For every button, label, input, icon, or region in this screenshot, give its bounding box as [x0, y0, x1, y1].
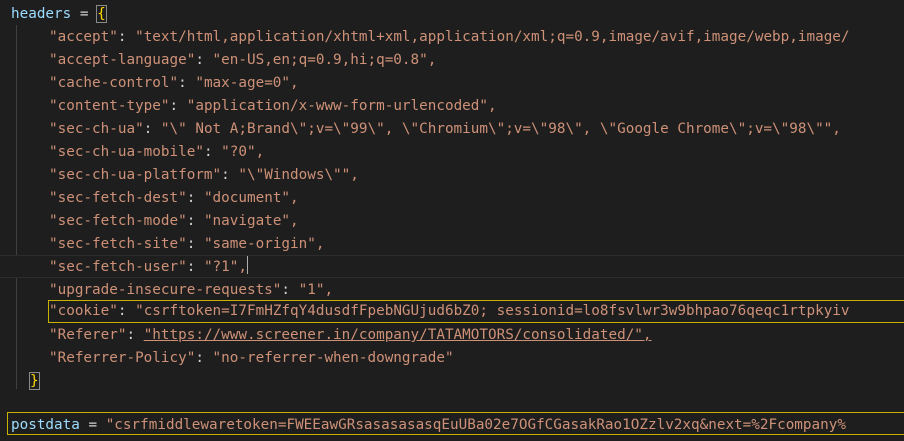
code-line-upgrade-insecure-requests[interactable]: "upgrade-insecure-requests": "1", — [49, 279, 904, 302]
code-line-sec-fetch-site[interactable]: "sec-fetch-site": "same-origin", — [49, 233, 904, 256]
header-key: "sec-fetch-user" — [49, 259, 187, 275]
code-line-sec-ch-ua-mobile[interactable]: "sec-ch-ua-mobile": "?0", — [49, 141, 904, 164]
header-key: "cookie" — [49, 303, 118, 319]
header-value: "max-age=0", — [195, 75, 299, 91]
code-line-referrer-policy[interactable]: "Referrer-Policy": "no-referrer-when-dow… — [49, 347, 904, 370]
header-key: "sec-fetch-site" — [49, 236, 187, 252]
open-brace: { — [96, 5, 107, 23]
assign-operator: = — [71, 6, 98, 22]
header-value: "same-origin", — [203, 236, 325, 252]
header-value: "?0", — [221, 144, 265, 160]
header-key: "upgrade-insecure-requests" — [49, 282, 282, 298]
header-key: "Referrer-Policy" — [49, 350, 196, 366]
indent-guide — [16, 25, 17, 389]
code-line-close-brace[interactable]: } — [29, 370, 904, 393]
header-value: "?1", — [203, 259, 247, 275]
header-value: "text/html,application/xhtml+xml,applica… — [135, 29, 850, 45]
header-key: "sec-ch-ua" — [49, 121, 144, 137]
header-value: "1", — [298, 282, 334, 298]
text-cursor — [247, 256, 248, 274]
code-editor[interactable]: headers = { "accept": "text/html,applica… — [0, 0, 904, 441]
header-key: "accept-language" — [49, 52, 196, 68]
header-value: "\"Windows\"", — [238, 167, 359, 183]
header-value-link[interactable]: "https://www.screener.in/company/TATAMOT… — [144, 327, 652, 343]
code-line-sec-ch-ua-platform[interactable]: "sec-ch-ua-platform": "\"Windows\"", — [49, 164, 904, 187]
code-line-referer[interactable]: "Referer": "https://www.screener.in/comp… — [49, 324, 904, 347]
header-value: "no-referrer-when-downgrade" — [212, 350, 454, 366]
header-key: "content-type" — [49, 98, 170, 114]
code-line-accept-language[interactable]: "accept-language": "en-US,en;q=0.9,hi;q=… — [49, 49, 904, 72]
code-line-cookie[interactable]: "cookie": "csrftoken=I7FmHZfqY4dusdfFpeb… — [49, 300, 904, 323]
postdata-variable: postdata — [11, 417, 80, 433]
header-value: "\" Not A;Brand\";v=\"99\", \"Chromium\"… — [160, 121, 841, 137]
code-line-accept[interactable]: "accept": "text/html,application/xhtml+x… — [49, 26, 904, 49]
close-brace: } — [29, 372, 40, 390]
header-key: "sec-fetch-dest" — [49, 190, 187, 206]
header-value: "application/x-www-form-urlencoded", — [186, 98, 497, 114]
header-key: "sec-ch-ua-platform" — [49, 167, 222, 183]
code-line-sec-fetch-user[interactable]: "sec-fetch-user": "?1", — [49, 256, 904, 279]
header-key: "Referer" — [49, 327, 127, 343]
header-value: "navigate", — [203, 213, 299, 229]
header-key: "accept" — [49, 29, 118, 45]
postdata-value: "csrfmiddlewaretoken=FWEEawGRsasasasasqE… — [105, 417, 846, 433]
header-key: "sec-fetch-mode" — [49, 213, 187, 229]
code-line-postdata[interactable]: postdata = "csrfmiddlewaretoken=FWEEawGR… — [11, 414, 904, 437]
code-line-sec-fetch-dest[interactable]: "sec-fetch-dest": "document", — [49, 187, 904, 210]
header-key: "sec-ch-ua-mobile" — [49, 144, 204, 160]
header-key: "cache-control" — [49, 75, 179, 91]
code-line-headers[interactable]: headers = { — [11, 3, 904, 26]
headers-variable: headers — [11, 6, 72, 22]
header-value: "document", — [203, 190, 299, 206]
header-value: "csrftoken=I7FmHZfqY4dusdfFpebNGUjud6bZ0… — [135, 303, 850, 319]
code-line-sec-fetch-mode[interactable]: "sec-fetch-mode": "navigate", — [49, 210, 904, 233]
code-line-content-type[interactable]: "content-type": "application/x-www-form-… — [49, 95, 904, 118]
code-line-sec-ch-ua[interactable]: "sec-ch-ua": "\" Not A;Brand\";v=\"99\",… — [49, 118, 904, 141]
header-value: "en-US,en;q=0.9,hi;q=0.8", — [212, 52, 437, 68]
code-line-cache-control[interactable]: "cache-control": "max-age=0", — [49, 72, 904, 95]
